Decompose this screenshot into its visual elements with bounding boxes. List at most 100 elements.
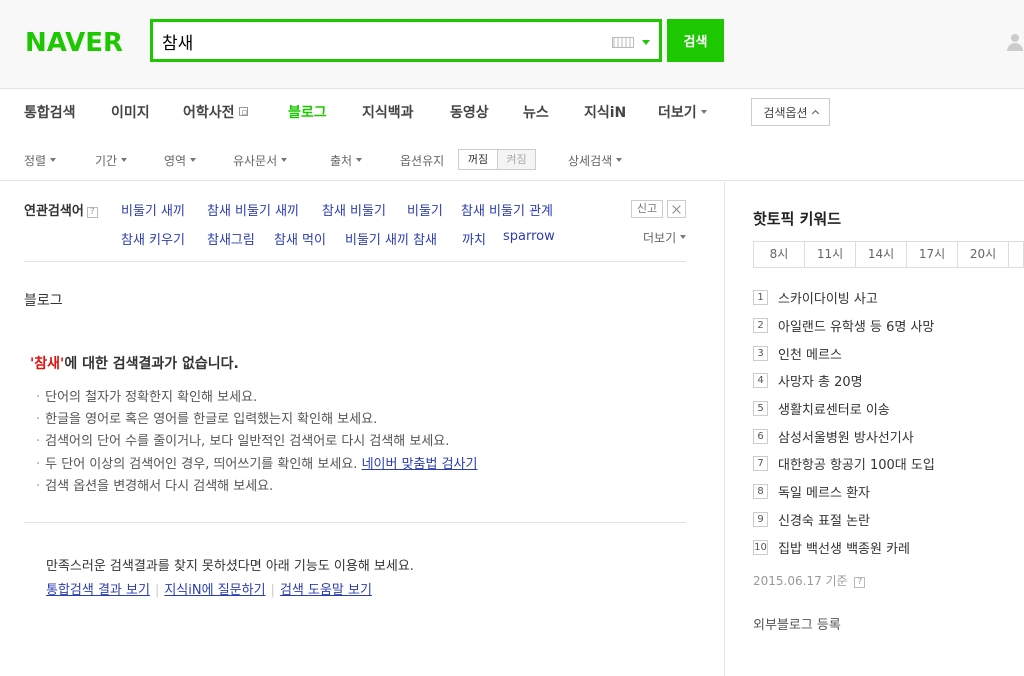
hot-topic-text[interactable]: 집밥 백선생 백종원 카레	[778, 538, 910, 557]
rank-badge: 5	[753, 401, 768, 417]
hot-topic-item[interactable]: 3 인천 메르스	[753, 339, 935, 367]
related-keyword[interactable]: 참새그림	[207, 229, 255, 248]
tab-integrated[interactable]: 통합검색	[24, 102, 76, 122]
hot-topic-item[interactable]: 9 신경숙 표절 논란	[753, 506, 935, 534]
related-keywords: 연관검색어? 비둘기 새끼 참새 비둘기 새끼 참새 비둘기 비둘기 참새 비둘…	[24, 200, 687, 262]
hot-topic-text[interactable]: 생활치료센터로 이송	[778, 399, 890, 418]
time-tab[interactable]: 11시	[804, 241, 856, 268]
hot-topic-text[interactable]: 독일 메르스 환자	[778, 482, 870, 501]
filter-source[interactable]: 출처	[330, 152, 363, 169]
tab-blog[interactable]: 블로그	[288, 102, 327, 122]
search-help-link[interactable]: 검색 도움말 보기	[280, 583, 372, 598]
sidebar: 핫토픽 키워드 8시 11시 14시 17시 20시 1 스카이다이빙 사고 2아…	[726, 182, 1024, 676]
related-keyword[interactable]: 비둘기 새끼 참새	[345, 229, 437, 248]
filter-label: 기간	[95, 154, 118, 168]
filter-period[interactable]: 기간	[95, 152, 128, 169]
tab-label: 블로그	[288, 105, 327, 121]
hot-topic-text[interactable]: 대한항공 항공기 100대 도입	[778, 454, 935, 473]
related-keyword[interactable]: 참새 먹이	[274, 229, 326, 248]
hot-topic-text[interactable]: 사망자 총 20명	[778, 371, 863, 390]
filter-sort[interactable]: 정렬	[24, 152, 57, 169]
hot-topic-item[interactable]: 8 독일 메르스 환자	[753, 478, 935, 506]
keyboard-icon[interactable]	[612, 37, 634, 48]
hot-topic-item[interactable]: 10 집밥 백선생 백종원 카레	[753, 533, 935, 561]
tab-more[interactable]: 더보기	[658, 102, 707, 122]
related-keyword[interactable]: 비둘기	[407, 200, 443, 219]
tab-label: 통합검색	[24, 105, 76, 121]
caret-down-icon	[616, 158, 623, 162]
tip-item: 한글을 영어로 혹은 영어를 한글로 입력했는지 확인해 보세요.	[36, 409, 477, 431]
tip-item: 검색어의 단어 수를 줄이거나, 보다 일반적인 검색어로 다시 검색해 보세요…	[36, 431, 477, 453]
search-input[interactable]	[162, 30, 602, 52]
related-keyword[interactable]: 참새 키우기	[121, 229, 185, 248]
filter-label: 출처	[330, 154, 353, 168]
user-icon[interactable]	[1006, 34, 1024, 51]
toggle-on[interactable]: 꺼짐	[459, 150, 497, 169]
time-tab[interactable]: 8시	[753, 241, 805, 268]
external-blog-register-link[interactable]: 외부블로그 등록	[753, 614, 841, 633]
report-button[interactable]: 신고	[631, 200, 663, 218]
hot-topic-list: 1 스카이다이빙 사고 2 아일랜드 유학생 등 6명 사망 3 인천 메르스 4 사망…	[753, 284, 935, 561]
toggle-off[interactable]: 켜짐	[497, 150, 535, 169]
time-tab[interactable]: 17시	[906, 241, 958, 268]
close-icon[interactable]	[667, 200, 686, 218]
tab-encyclopedia[interactable]: 지식백과	[362, 102, 414, 122]
hot-topic-date: 2015.06.17 기준 ?	[753, 572, 866, 589]
chevron-down-icon[interactable]	[642, 40, 650, 45]
section-title: 블로그	[24, 293, 63, 309]
filter-similar[interactable]: 유사문서	[233, 152, 288, 169]
external-window-icon	[238, 107, 248, 116]
tab-kin[interactable]: 지식iN	[584, 102, 626, 122]
filter-bar: 정렬 기간 영역 유사문서 출처 옵션유지 꺼짐 켜짐 상세검색	[0, 145, 1024, 181]
hot-topic-item[interactable]: 6 삼성서울병원 방사선기사	[753, 422, 935, 450]
naver-logo[interactable]: NAVER	[25, 28, 123, 58]
hot-topic-text[interactable]: 인천 메르스	[778, 344, 842, 363]
hot-topic-text[interactable]: 아일랜드 유학생 등 6명 사망	[778, 316, 934, 335]
filter-label: 상세검색	[568, 154, 613, 168]
related-keyword[interactable]: 참새 비둘기 새끼	[207, 200, 299, 219]
hot-topic-text[interactable]: 신경숙 표절 논란	[778, 510, 870, 529]
related-keyword[interactable]: 참새 비둘기 관계	[461, 200, 553, 219]
search-button[interactable]: 검색	[667, 19, 724, 62]
integrated-results-link[interactable]: 통합검색 결과 보기	[46, 583, 150, 598]
tip-text: 두 단어 이상의 검색어인 경우, 띄어쓰기를 확인해 보세요.	[45, 456, 358, 472]
separator: |	[154, 583, 160, 598]
caret-down-icon	[356, 158, 363, 162]
tab-video[interactable]: 동영상	[450, 102, 489, 122]
time-tab-overflow[interactable]	[1008, 241, 1024, 268]
main-content: 연관검색어? 비둘기 새끼 참새 비둘기 새끼 참새 비둘기 비둘기 참새 비둘…	[0, 182, 725, 676]
header: NAVER 검색	[0, 0, 1024, 89]
help-icon[interactable]: ?	[86, 207, 98, 218]
filter-label: 정렬	[24, 154, 47, 168]
hot-topic-item[interactable]: 2 아일랜드 유학생 등 6명 사망	[753, 312, 935, 340]
help-icon[interactable]: ?	[854, 577, 866, 588]
hot-topic-text[interactable]: 스카이다이빙 사고	[778, 288, 878, 307]
filter-area[interactable]: 영역	[164, 152, 197, 169]
related-keyword[interactable]: 까치	[462, 229, 486, 248]
search-options-label: 검색옵션	[763, 105, 808, 120]
related-keyword[interactable]: 참새 비둘기	[322, 200, 386, 219]
hot-topic-item[interactable]: 1 스카이다이빙 사고	[753, 284, 935, 312]
search-options-button[interactable]: 검색옵션	[751, 98, 830, 126]
tab-dictionary[interactable]: 어학사전	[183, 102, 248, 122]
filter-detail[interactable]: 상세검색	[568, 152, 623, 169]
spell-checker-link[interactable]: 네이버 맞춤법 검사기	[362, 457, 478, 472]
chevron-up-icon	[811, 109, 819, 118]
time-tab[interactable]: 20시	[957, 241, 1009, 268]
tab-news[interactable]: 뉴스	[523, 102, 549, 122]
related-more-link[interactable]: 더보기	[643, 229, 687, 246]
search-box[interactable]	[150, 19, 662, 62]
related-keyword[interactable]: sparrow	[503, 229, 555, 244]
time-tab[interactable]: 14시	[855, 241, 907, 268]
related-keyword[interactable]: 비둘기 새끼	[121, 200, 185, 219]
hot-topic-item[interactable]: 7 대한항공 항공기 100대 도입	[753, 450, 935, 478]
hot-topic-item[interactable]: 4 사망자 총 20명	[753, 367, 935, 395]
filter-label: 영역	[164, 154, 187, 168]
tip-item: 단어의 철자가 정확한지 확인해 보세요.	[36, 387, 477, 409]
keep-options-toggle[interactable]: 꺼짐 켜짐	[458, 149, 536, 170]
hot-topic-text[interactable]: 삼성서울병원 방사선기사	[778, 427, 914, 446]
hot-topic-item[interactable]: 5 생활치료센터로 이송	[753, 395, 935, 423]
tab-images[interactable]: 이미지	[111, 102, 150, 122]
tab-label: 더보기	[658, 105, 697, 121]
ask-kin-link[interactable]: 지식iN에 질문하기	[164, 583, 265, 598]
